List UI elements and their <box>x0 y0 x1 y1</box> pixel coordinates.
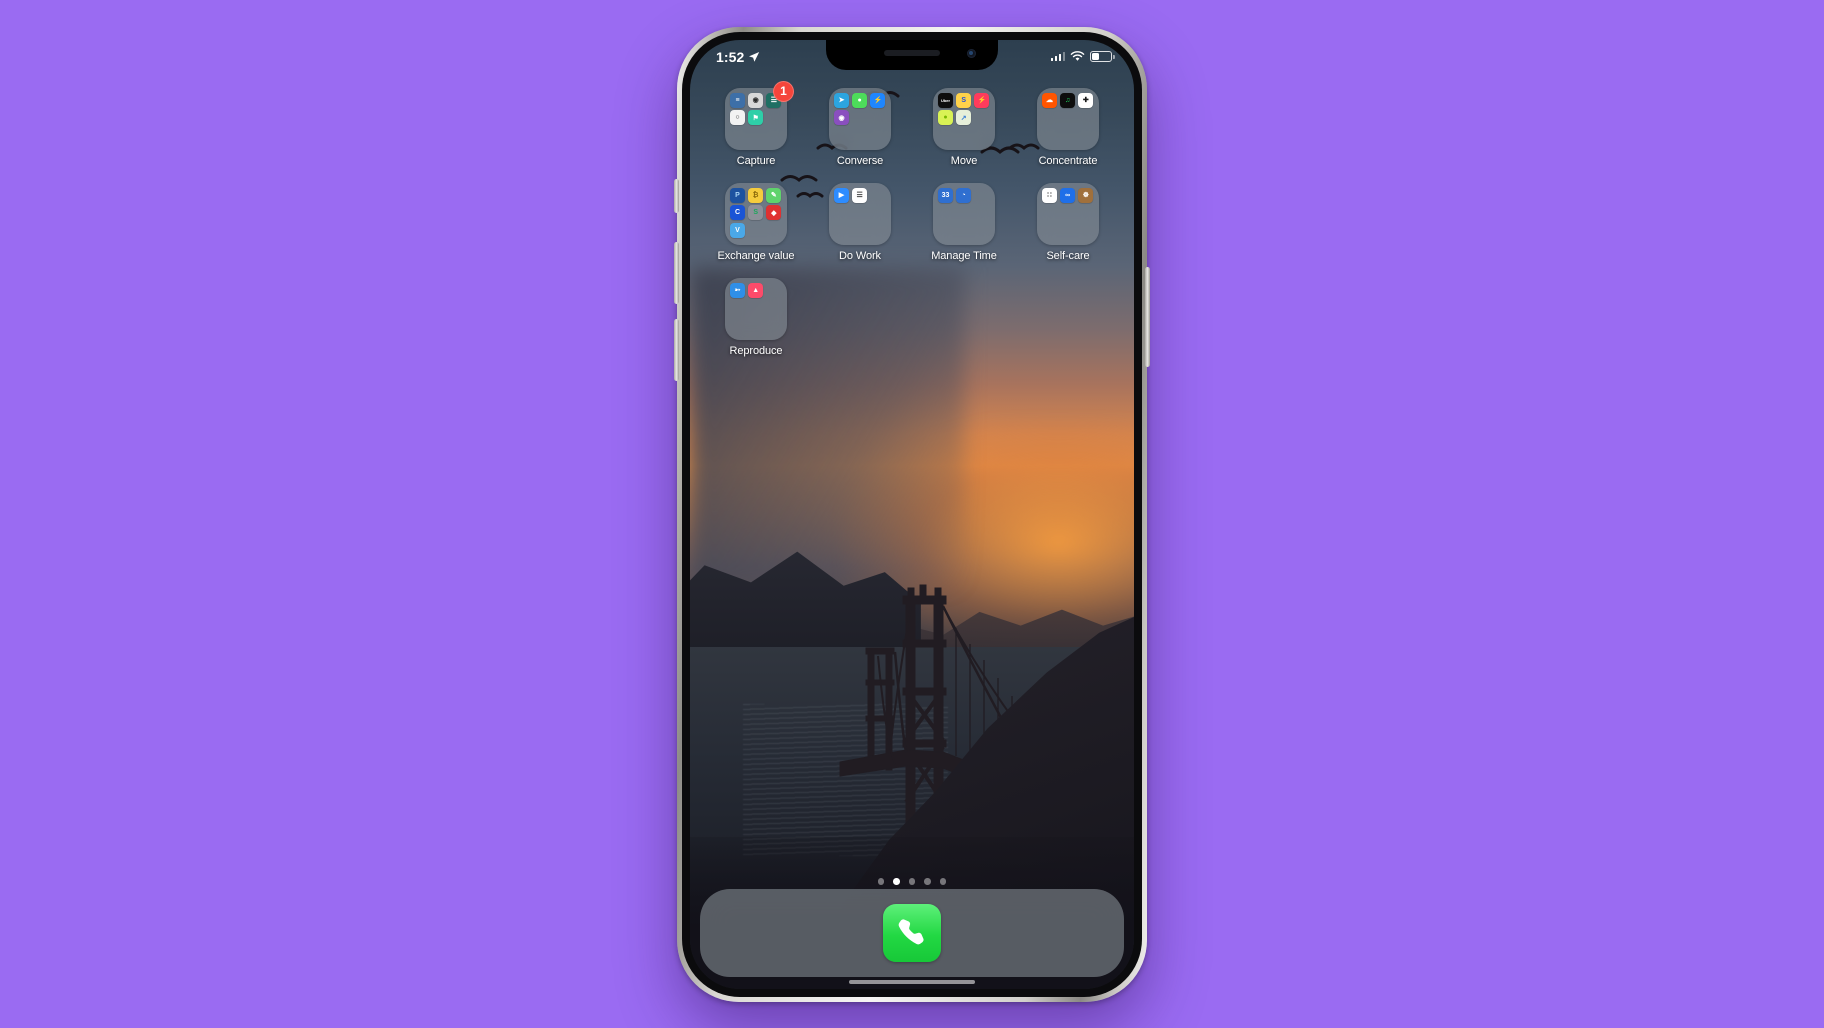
home-screen-folder[interactable]: Uber S ⚡ ● ↗ Move <box>912 87 1016 167</box>
status-bar-right <box>1050 51 1115 62</box>
status-time: 1:52 <box>716 48 745 65</box>
dock-app-phone[interactable] <box>883 903 941 962</box>
folder-label: Capture <box>736 154 776 167</box>
home-indicator-bar[interactable] <box>849 979 975 984</box>
spotify-app-icon: ♫ <box>1060 92 1076 108</box>
battery-icon <box>1090 51 1115 62</box>
notes-app-icon: ✎ <box>766 187 782 203</box>
meditation-app-icon: ☸ <box>1078 187 1094 203</box>
maps-app-icon: ↗ <box>956 110 972 125</box>
telegram-app-icon: ➤ <box>834 92 849 108</box>
zoom-app-icon: ▶ <box>834 187 849 203</box>
phone-handset-icon <box>898 918 924 944</box>
folder-label: Move <box>950 154 978 167</box>
camera-app-icon: ◉ <box>748 92 764 108</box>
home-screen-folder[interactable]: ≡ ◉ ☰ ○ ⚑ 1 Capture <box>704 80 808 167</box>
folder-icon-exchange-value[interactable]: P ₿ ✎ C S ◆ V <box>725 182 787 245</box>
messages-app-icon: ● <box>852 92 868 108</box>
uber-app-icon: Uber <box>938 92 953 108</box>
folder-icon-reproduce[interactable]: ➳ ▲ <box>725 277 787 340</box>
halide-camera-app-icon: ○ <box>730 110 745 125</box>
phone-screen: 1:52 ≡ ◉ ☰ ○ ⚑ 1 Capture ➤ ● ⚡ ◉ Convers… <box>690 39 1134 989</box>
stocks-app-icon: S <box>748 205 764 220</box>
folder-label: Concentrate <box>1038 154 1098 167</box>
soundcloud-app-icon: ☁ <box>1042 92 1057 108</box>
folder-icon-do-work[interactable]: ▶ ☰ <box>829 182 891 245</box>
venmo-app-icon: V <box>730 222 745 238</box>
home-screen-folder[interactable]: ☁ ♫ ✚ Concentrate <box>1016 87 1120 167</box>
power-button[interactable] <box>1145 266 1150 367</box>
viber-app-icon: ◉ <box>834 110 849 125</box>
lyft-app-icon: ⚡ <box>974 92 990 108</box>
page-dot[interactable] <box>877 878 885 885</box>
coinbase-app-icon: C <box>730 205 745 220</box>
paypal-app-icon: P <box>730 187 745 203</box>
home-screen-folder[interactable]: ➤ ● ⚡ ◉ Converse <box>808 87 912 167</box>
silent-switch-button[interactable] <box>674 178 679 213</box>
notification-badge: 1 <box>773 80 794 102</box>
folder-icon-concentrate[interactable]: ☁ ♫ ✚ <box>1037 87 1099 150</box>
folder-label: Reproduce <box>729 344 783 357</box>
folder-label: Exchange value <box>717 249 795 262</box>
messenger-app-icon: ⚡ <box>870 92 886 108</box>
robinhood-app-icon: ◆ <box>766 205 782 220</box>
home-screen-folder[interactable]: P ₿ ✎ C S ◆ V Exchange value <box>704 182 808 262</box>
bookmark-app-icon: ⚑ <box>748 110 764 125</box>
folder-icon-converse[interactable]: ➤ ● ⚡ ◉ <box>829 87 891 150</box>
home-screen-folder[interactable]: ▶ ☰ Do Work <box>808 182 912 262</box>
empty-grid-slot <box>912 278 1016 357</box>
bitcoin-wallet-app-icon: ₿ <box>748 187 764 203</box>
phone-device-frame: 1:52 ≡ ◉ ☰ ○ ⚑ 1 Capture ➤ ● ⚡ ◉ Convers… <box>674 26 1150 1002</box>
doordash-app-icon: ☰ <box>852 187 868 203</box>
home-screen-app-grid: ≡ ◉ ☰ ○ ⚑ 1 Capture ➤ ● ⚡ ◉ Converse Uber S ⚡ ● ↗ Move ☁ ♫ ✚… <box>690 80 1134 357</box>
folder-label: Converse <box>836 154 884 167</box>
page-indicator-dots[interactable] <box>690 878 1134 885</box>
folder-icon-capture[interactable]: ≡ ◉ ☰ ○ ⚑ 1 <box>725 80 794 150</box>
folder-icon-manage-time[interactable]: 33 ◔ <box>933 182 995 245</box>
calendar-app-icon: 33 <box>938 187 953 203</box>
dock <box>700 888 1124 977</box>
home-screen-folder[interactable]: 33 ◔ Manage Time <box>912 182 1016 262</box>
empty-grid-slot <box>808 278 912 357</box>
clock-app-icon: ◔ <box>956 187 972 203</box>
page-dot[interactable] <box>924 878 931 885</box>
folder-label: Manage Time <box>931 249 997 262</box>
noisli-app-icon: ✚ <box>1078 92 1094 108</box>
page-dot[interactable] <box>893 878 900 885</box>
safari-app-icon: ➳ <box>730 282 745 298</box>
wifi-icon <box>1070 51 1085 61</box>
empty-grid-slot <box>1016 278 1120 357</box>
tinder-app-icon: ▲ <box>748 282 764 298</box>
home-screen-folder[interactable]: ➳ ▲ Reproduce <box>704 277 808 357</box>
status-bar: 1:52 <box>690 40 1134 70</box>
lime-app-icon: ● <box>938 110 953 125</box>
home-screen-folder[interactable]: ∷ ∞ ☸ Self-care <box>1016 182 1120 262</box>
status-bar-left: 1:52 <box>716 49 760 65</box>
volume-down-button[interactable] <box>674 318 679 381</box>
page-dot[interactable] <box>908 878 916 885</box>
page-dot[interactable] <box>939 878 947 885</box>
streaks-app-icon: ∞ <box>1060 187 1076 203</box>
folder-icon-move[interactable]: Uber S ⚡ ● ↗ <box>933 87 995 150</box>
reminders-app-icon: ≡ <box>730 92 745 108</box>
folder-label: Self-care <box>1046 249 1090 262</box>
folder-label: Do Work <box>839 249 881 262</box>
folder-icon-self-care[interactable]: ∷ ∞ ☸ <box>1037 182 1099 245</box>
scooter-app-icon: S <box>956 92 972 108</box>
habit-tracker-app-icon: ∷ <box>1042 187 1057 203</box>
location-arrow-icon <box>749 51 760 62</box>
cellular-signal-icon <box>1050 52 1065 61</box>
volume-up-button[interactable] <box>674 241 679 304</box>
